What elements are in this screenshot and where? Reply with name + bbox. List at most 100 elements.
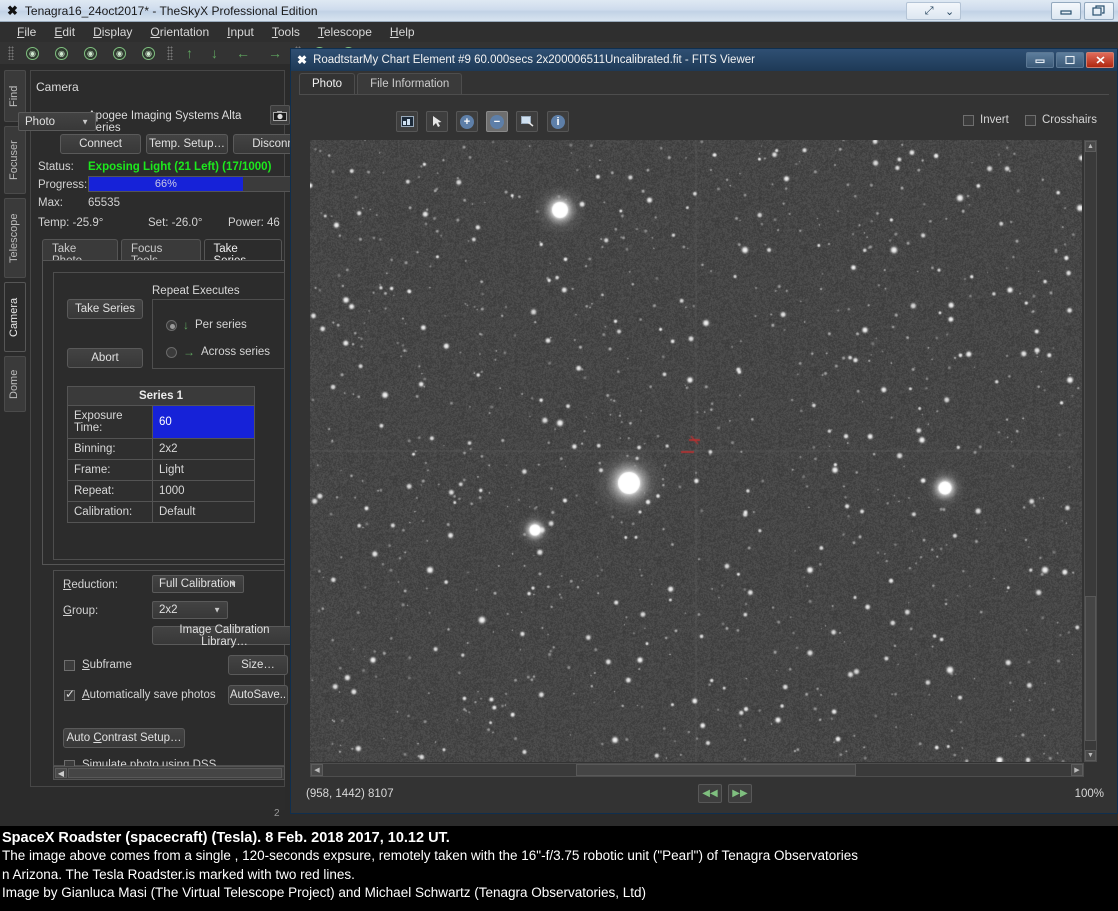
toolbar-grip-icon[interactable] (8, 46, 14, 60)
tab-file-information[interactable]: File Information (357, 73, 463, 94)
take-series-button[interactable]: Take Series (67, 299, 143, 319)
chevron-down-icon[interactable]: ⌄ (945, 5, 954, 18)
tab-take-series[interactable]: Take Series (203, 239, 282, 267)
camera-icon[interactable] (270, 105, 290, 125)
tab-take-photo[interactable]: Take Photo (42, 239, 118, 267)
temp-setup-button[interactable]: Temp. Setup… (146, 134, 228, 154)
autosave-button[interactable]: AutoSave.. (228, 685, 288, 705)
menu-help-rest: elp (398, 25, 415, 39)
menu-telescope[interactable]: Telescope (309, 23, 381, 41)
scroll-left-icon[interactable]: ◀ (55, 768, 67, 778)
arrow-down-icon[interactable]: ↓ (211, 45, 218, 61)
radio-across-series[interactable]: → Across series (166, 345, 270, 359)
scroll-down-icon[interactable]: ▼ (1085, 750, 1096, 761)
titlebar-tool-group[interactable]: ⤢ ⌄ (906, 2, 961, 20)
fullscreen-icon[interactable]: ⤢ (925, 5, 934, 18)
connect-button[interactable]: Connect (60, 134, 141, 154)
sidebar-item-telescope[interactable]: Telescope (4, 198, 26, 278)
zoom-out-icon[interactable]: − (486, 111, 508, 132)
row-value-calibration[interactable]: Default (152, 501, 255, 523)
size-button[interactable]: Size… (228, 655, 288, 675)
prev-frame-button[interactable]: ◀◀ (698, 784, 722, 803)
abort-button[interactable]: Abort (67, 348, 143, 368)
subframe-checkbox-box[interactable] (64, 659, 75, 671)
menu-tools[interactable]: Tools (263, 23, 309, 41)
scroll-right-icon[interactable]: ▶ (1071, 764, 1083, 776)
invert-checkbox-box[interactable] (963, 114, 974, 126)
menu-input[interactable]: Input (218, 23, 263, 41)
scroll-thumb[interactable] (68, 768, 282, 778)
hscroll-thumb[interactable] (576, 764, 856, 776)
row-value-frame[interactable]: Light (152, 459, 255, 481)
crosshairs-checkbox-box[interactable] (1025, 114, 1036, 126)
radio-per-series[interactable]: ↓ Per series (166, 318, 247, 332)
tool-circle-2-icon[interactable]: ◉ (55, 46, 68, 60)
minimize-button[interactable] (1026, 52, 1054, 68)
max-label: Max: (38, 197, 63, 209)
next-frame-button[interactable]: ▶▶ (728, 784, 752, 803)
image-horizontal-scrollbar[interactable]: ◀ ▶ (310, 763, 1084, 777)
row-value-repeat[interactable]: 1000 (152, 480, 255, 502)
arrow-right-icon[interactable]: → (268, 45, 282, 61)
progress-bar-value: 66% (154, 178, 177, 190)
menu-display-rest: isplay (101, 25, 133, 39)
star-field-image (310, 140, 1082, 762)
toolbar-grip-2-icon[interactable] (167, 46, 173, 60)
zoom-in-icon[interactable]: + (456, 111, 478, 132)
tool-circle-1-icon[interactable]: ◉ (26, 46, 39, 60)
reduction-select[interactable]: Full Calibration ▼ (152, 575, 244, 593)
autosave-checkbox-box[interactable] (64, 687, 75, 701)
invert-checkbox[interactable]: Invert (963, 114, 1009, 126)
crosshairs-checkbox[interactable]: Crosshairs (1025, 114, 1097, 126)
tool-circle-3-icon[interactable]: ◉ (84, 46, 97, 60)
sidebar-item-focuser[interactable]: Focuser (4, 126, 26, 194)
size-button-label: Size… (241, 659, 275, 671)
tab-photo[interactable]: Photo (299, 73, 356, 94)
sidebar-item-camera[interactable]: Camera (4, 282, 26, 352)
region-select-icon[interactable] (516, 111, 538, 132)
sidebar-item-find-label: Find (8, 85, 20, 107)
menu-orientation[interactable]: Orientation (141, 23, 218, 41)
group-label-rest: roup: (71, 605, 99, 617)
image-calibration-library-button[interactable]: Image Calibration Library… (152, 624, 292, 648)
tool-circle-4-icon[interactable]: ◉ (113, 46, 126, 60)
autosave-checkbox[interactable]: Automatically save photos (64, 687, 216, 701)
restore-button[interactable] (1084, 2, 1114, 20)
arrow-left-icon[interactable]: ← (236, 45, 250, 61)
pointer-arrow-icon[interactable] (426, 111, 448, 132)
scroll-left-icon[interactable]: ◀ (311, 764, 323, 776)
caption-line-3: Image by Gianluca Masi (The Virtual Tele… (2, 885, 647, 900)
vscroll-thumb[interactable] (1085, 596, 1096, 741)
repeat-executes-title: Repeat Executes (152, 285, 240, 297)
arrow-up-icon[interactable]: ↑ (186, 45, 193, 61)
radio-across-series-dot[interactable] (166, 346, 177, 358)
menu-display[interactable]: Display (84, 23, 141, 41)
group-select[interactable]: 2x2 ▼ (152, 601, 228, 619)
sidebar-item-focuser-label: Focuser (8, 140, 20, 180)
camera-panel-hscrollbar[interactable]: ◀ (53, 766, 285, 780)
menu-file[interactable]: File (8, 23, 45, 41)
minimize-button[interactable] (1051, 2, 1081, 20)
photo-mode-select[interactable]: Photo ▼ (18, 112, 96, 131)
take-series-button-label: Take Series (74, 303, 136, 315)
table-row: Calibration: Default (67, 501, 255, 523)
tool-circle-5-icon[interactable]: ◉ (142, 46, 155, 60)
row-value-exposure-time[interactable]: 60 (152, 405, 255, 439)
radio-per-series-dot[interactable] (166, 319, 177, 331)
close-button[interactable] (1086, 52, 1114, 68)
menu-edit[interactable]: Edit (45, 23, 84, 41)
tab-focus-tools[interactable]: Focus Tools (121, 239, 201, 267)
caption-line-2: n Arizona. The Tesla Roadster.is marked … (2, 866, 355, 882)
scroll-up-icon[interactable]: ▲ (1085, 141, 1096, 152)
photo-thumbnail-icon[interactable] (396, 111, 418, 132)
maximize-button[interactable] (1056, 52, 1084, 68)
row-value-binning[interactable]: 2x2 (152, 438, 255, 460)
info-icon[interactable]: i (547, 111, 569, 132)
fits-image-canvas[interactable] (310, 140, 1082, 762)
sidebar-item-dome[interactable]: Dome (4, 356, 26, 412)
image-vertical-scrollbar[interactable]: ▲ ▼ (1084, 140, 1097, 762)
menu-help[interactable]: Help (381, 23, 424, 41)
auto-contrast-setup-button[interactable]: Auto Contrast Setup… (63, 728, 185, 748)
caption-block: SpaceX Roadster (spacecraft) (Tesla). 8 … (0, 826, 1118, 911)
subframe-checkbox[interactable]: Subframe (64, 659, 132, 671)
